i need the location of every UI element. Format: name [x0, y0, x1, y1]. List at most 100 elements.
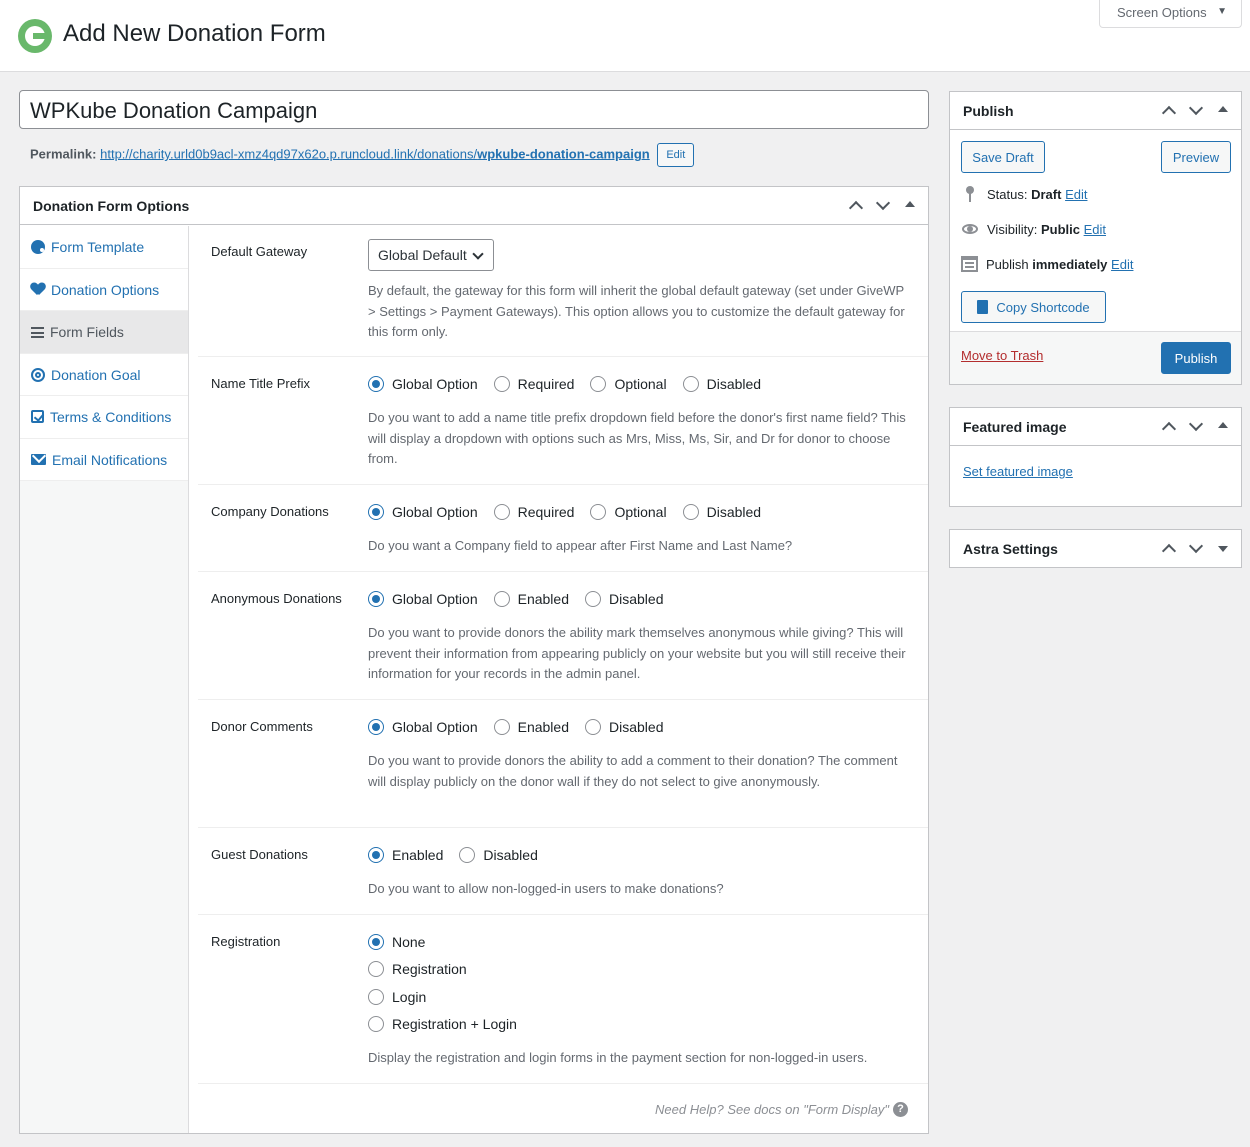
tab-form-fields[interactable]: Form Fields: [20, 311, 188, 354]
field-label: Guest Donations: [211, 847, 308, 862]
field-guest-donations: Guest Donations Enabled Disabled Do you …: [198, 828, 928, 915]
caret-down-icon: ▼: [1217, 6, 1227, 17]
field-description: Do you want to provide donors the abilit…: [368, 753, 898, 789]
permalink-link[interactable]: http://charity.urld0b9acl-xmz4qd97x62o.p…: [100, 146, 650, 161]
set-featured-image-link[interactable]: Set featured image: [963, 464, 1073, 479]
field-company-donations: Company Donations Global Option Required…: [198, 485, 928, 572]
status-edit-link[interactable]: Edit: [1065, 187, 1087, 202]
move-down-icon[interactable]: [1187, 418, 1204, 435]
move-up-icon[interactable]: [1160, 540, 1177, 557]
radio-registration[interactable]: Registration: [368, 956, 908, 984]
radio-disabled[interactable]: Disabled: [459, 847, 538, 863]
field-description: By default, the gateway for this form wi…: [368, 283, 905, 339]
tab-terms-conditions[interactable]: Terms & Conditions: [20, 396, 188, 439]
featured-box-header: Featured image: [950, 408, 1241, 446]
radio-group: Global Option Required Optional Disabled: [368, 502, 908, 522]
page-title: Add New Donation Form: [63, 20, 326, 47]
publish-button[interactable]: Publish: [1161, 342, 1231, 374]
move-up-icon[interactable]: [847, 197, 864, 214]
permalink-edit-button[interactable]: Edit: [657, 143, 695, 167]
radio-disabled[interactable]: Disabled: [682, 376, 761, 392]
publish-box-header: Publish: [950, 92, 1241, 130]
radio-optional[interactable]: Optional: [590, 376, 667, 392]
radio-global-option[interactable]: Global Option: [368, 504, 478, 520]
eye-icon: [961, 221, 979, 237]
tab-donation-options[interactable]: Donation Options: [20, 268, 188, 311]
copy-shortcode-button[interactable]: Copy Shortcode: [961, 291, 1106, 323]
screen-options-button[interactable]: Screen Options ▼: [1099, 0, 1242, 28]
radio-group: Global Option Required Optional Disabled: [368, 374, 908, 394]
field-description: Display the registration and login forms…: [368, 1050, 868, 1065]
featured-image-box: Featured image Set featured image: [949, 407, 1242, 507]
permalink-label: Permalink:: [30, 146, 97, 162]
move-down-icon[interactable]: [1187, 102, 1204, 119]
schedule-row: Publish immediately Edit: [961, 256, 1133, 272]
copy-icon: [977, 300, 989, 314]
visibility-row: Visibility: Public Edit: [961, 221, 1106, 237]
field-description: Do you want to add a name title prefix d…: [368, 410, 906, 466]
form-fields-panel: Default Gateway Global Default By defaul…: [198, 226, 928, 1133]
publish-box-title: Publish: [963, 103, 1014, 119]
radio-enabled[interactable]: Enabled: [493, 591, 569, 607]
tab-form-template[interactable]: Form Template: [20, 226, 188, 269]
post-title-input[interactable]: WPKube Donation Campaign: [19, 90, 929, 129]
radio-registration-login[interactable]: Registration + Login: [368, 1011, 908, 1039]
radio-required[interactable]: Required: [493, 504, 574, 520]
publish-actions: Move to Trash Publish: [950, 331, 1241, 384]
radio-global-option[interactable]: Global Option: [368, 719, 478, 735]
save-draft-button[interactable]: Save Draft: [961, 141, 1045, 173]
radio-disabled[interactable]: Disabled: [585, 719, 663, 735]
radio-disabled[interactable]: Disabled: [682, 504, 761, 520]
astra-settings-box: Astra Settings: [949, 529, 1242, 568]
donation-form-options-box: Donation Form Options Form Template Dona…: [19, 186, 929, 1134]
radio-none[interactable]: None: [368, 928, 908, 956]
radio-disabled[interactable]: Disabled: [585, 591, 663, 607]
radio-required[interactable]: Required: [493, 376, 574, 392]
field-label: Name Title Prefix: [211, 376, 310, 391]
field-label: Anonymous Donations: [211, 591, 342, 606]
radio-group: Global Option Enabled Disabled: [368, 589, 908, 609]
expand-toggle-icon[interactable]: [1214, 540, 1231, 557]
collapse-toggle-icon[interactable]: [901, 197, 918, 214]
schedule-edit-link[interactable]: Edit: [1111, 257, 1133, 272]
pin-icon: [961, 186, 979, 202]
collapse-toggle-icon[interactable]: [1214, 418, 1231, 435]
page-header: Add New Donation Form: [0, 0, 1250, 72]
field-default-gateway: Default Gateway Global Default By defaul…: [198, 226, 928, 357]
move-up-icon[interactable]: [1160, 418, 1177, 435]
radio-enabled[interactable]: Enabled: [368, 847, 443, 863]
radio-global-option[interactable]: Global Option: [368, 591, 478, 607]
radio-optional[interactable]: Optional: [590, 504, 667, 520]
field-label: Registration: [211, 934, 281, 949]
move-down-icon[interactable]: [1187, 540, 1204, 557]
checkbox-icon: [31, 410, 44, 423]
radio-global-option[interactable]: Global Option: [368, 376, 478, 392]
astra-box-title: Astra Settings: [963, 541, 1058, 557]
radio-login[interactable]: Login: [368, 983, 908, 1011]
move-down-icon[interactable]: [874, 197, 891, 214]
tab-email-notifications[interactable]: Email Notifications: [20, 438, 188, 481]
move-to-trash-link[interactable]: Move to Trash: [961, 348, 1043, 363]
calendar-icon: [961, 256, 978, 272]
status-row: Status: Draft Edit: [961, 186, 1087, 202]
list-icon: [31, 327, 44, 338]
move-up-icon[interactable]: [1160, 102, 1177, 119]
gateway-select[interactable]: Global Default: [368, 239, 494, 271]
palette-icon: [31, 240, 45, 254]
field-label: Company Donations: [211, 504, 329, 519]
options-box-title: Donation Form Options: [33, 198, 190, 214]
radio-group: Global Option Enabled Disabled: [368, 717, 908, 737]
heart-icon: [31, 283, 45, 296]
collapse-toggle-icon[interactable]: [1214, 102, 1231, 119]
visibility-edit-link[interactable]: Edit: [1084, 222, 1106, 237]
radio-enabled[interactable]: Enabled: [493, 719, 569, 735]
givewp-logo-icon: [18, 19, 52, 53]
target-icon: [31, 367, 45, 382]
field-label: Donor Comments: [211, 719, 313, 734]
tab-donation-goal[interactable]: Donation Goal: [20, 353, 188, 396]
astra-box-header[interactable]: Astra Settings: [950, 530, 1241, 568]
radio-group: Enabled Disabled: [368, 845, 908, 865]
publish-box: Publish Save Draft Preview Status: Draft…: [949, 91, 1242, 385]
help-docs-link[interactable]: Need Help? See docs on "Form Display" ?: [655, 1102, 908, 1117]
preview-button[interactable]: Preview: [1161, 141, 1231, 173]
